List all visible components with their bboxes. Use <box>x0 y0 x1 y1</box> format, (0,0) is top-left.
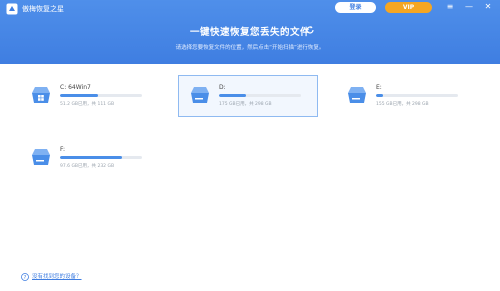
drive-name: C: 64Win7 <box>60 84 91 91</box>
headline: 一键快速恢复您丢失的文件 <box>189 27 310 38</box>
drive-usage: 175 GB已用，共 298 GB <box>219 102 272 107</box>
usage-bar <box>219 94 301 97</box>
menu-icon[interactable]: ≡ <box>445 2 455 12</box>
drive-usage: 155 GB已用，共 298 GB <box>376 102 429 107</box>
header-banner: 傲梅恢复之星 登录 VIP ≡ — ✕ 一键快速恢复您丢失的文件 请选择您要恢复… <box>0 0 500 64</box>
drive-icon <box>348 87 366 103</box>
drive-icon <box>32 149 50 165</box>
windows-drive-icon <box>32 87 50 103</box>
refresh-icon[interactable] <box>305 25 315 35</box>
drive-card-e[interactable]: E: 155 GB已用，共 298 GB <box>336 76 476 118</box>
device-not-found-link[interactable]: 没有找到您的设备？ <box>32 273 82 281</box>
minimize-icon[interactable]: — <box>464 2 474 12</box>
drive-card-f[interactable]: F: 97.6 GB已用，共 232 GB <box>20 138 160 180</box>
app-title: 傲梅恢复之星 <box>22 5 64 13</box>
vip-button[interactable]: VIP <box>385 2 432 13</box>
app-logo-icon <box>6 3 18 15</box>
instruction-text: 请选择您要恢复文件的位置，然后点击“开始扫描”进行恢复。 <box>175 45 325 51</box>
drive-card-c[interactable]: C: 64Win7 51.2 GB已用，共 111 GB <box>20 76 160 118</box>
drive-usage: 51.2 GB已用，共 111 GB <box>60 102 115 107</box>
help-icon[interactable]: ? <box>21 273 29 281</box>
drive-card-d[interactable]: D: 175 GB已用，共 298 GB <box>178 75 318 117</box>
usage-bar <box>60 94 142 97</box>
drive-icon <box>191 87 209 103</box>
usage-bar <box>376 94 458 97</box>
close-icon[interactable]: ✕ <box>483 2 493 12</box>
usage-bar <box>60 156 142 159</box>
drive-name: D: <box>219 84 226 91</box>
login-button[interactable]: 登录 <box>335 2 376 13</box>
drive-usage: 97.6 GB已用，共 232 GB <box>60 164 115 169</box>
drive-name: E: <box>376 84 382 91</box>
drive-name: F: <box>60 146 66 153</box>
svg-text:?: ? <box>24 275 27 281</box>
